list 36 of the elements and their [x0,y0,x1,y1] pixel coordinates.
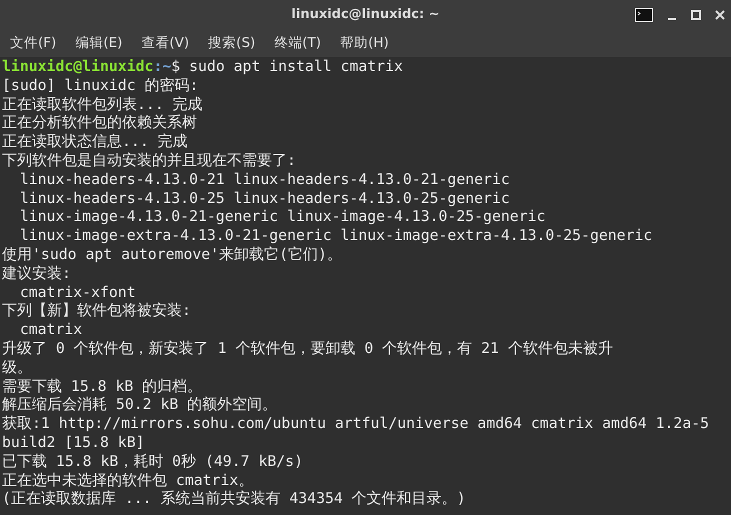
output-line: 正在读取软件包列表... 完成 [2,96,203,113]
close-icon[interactable] [715,10,725,20]
output-line: 升级了 0 个软件包，新安装了 1 个软件包，要卸载 0 个软件包，有 21 个软件包未被升 [2,340,613,357]
prompt-path: :~ [153,58,172,75]
output-line: 使用'sudo apt autoremove'来卸载它(它们)。 [2,246,342,263]
output-line: cmatrix-xfont [18,284,136,301]
output-line: build2 [15.8 kB] [2,434,145,451]
menu-item[interactable]: 编辑(E) [67,31,130,55]
output-line: 正在分析软件包的依赖关系树 [2,114,197,132]
menu-item[interactable]: 文件(F) [2,31,64,55]
output-line: linux-image-extra-4.13.0-21-generic linux-image-extra-4.13.0-25-generic [18,227,652,244]
output-line: (正在读取数据库 ... 系统当前共安装有 434354 个文件和目录。) [2,490,466,508]
maximize-icon[interactable] [691,10,701,20]
output-line: 下列【新】软件包将被安装: [2,302,191,320]
output-line: linux-image-4.13.0-21-generic linux-image-4.13.0-25-generic [18,208,546,226]
prompt-user-host: linuxidc@linuxidc [2,58,154,75]
output-line: 下列软件包是自动安装的并且现在不需要了: [2,152,296,169]
output-line: 需要下载 15.8 kB 的归档。 [2,378,202,395]
menu-item[interactable]: 查看(V) [133,31,198,55]
output-line: cmatrix [18,321,82,338]
terminal-icon[interactable] [635,8,653,22]
output-line: [sudo] linuxidc 的密码: [2,76,198,94]
command-text: $ sudo apt install cmatrix [171,58,403,75]
menu-item[interactable]: 帮助(H) [332,31,397,55]
menu-item[interactable]: 搜索(S) [200,31,264,55]
menu-item[interactable]: 终端(T) [266,31,330,55]
output-line: 建议安装: [2,264,71,282]
output-line: 正在选中未选择的软件包 cmatrix。 [2,472,254,489]
output-line: linux-headers-4.13.0-25 linux-headers-4.13.0-25-generic [18,190,510,207]
output-line: linux-headers-4.13.0-21 linux-headers-4.13.0-21-generic [18,170,510,188]
output-line: 级。 [2,358,32,376]
output-line: 正在读取状态信息... 完成 [2,133,188,150]
window-title: linuxidc@linuxidc: ~ [291,7,440,22]
output-line: 已下载 15.8 kB，耗时 0秒 (49.7 kB/s) [2,452,303,470]
output-line: 获取:1 http://mirrors.sohu.com/ubuntu artful/universe amd64 cmatrix amd64 1.2a-5 [2,415,710,432]
output-line: 解压缩后会消耗 50.2 kB 的额外空间。 [2,396,278,414]
